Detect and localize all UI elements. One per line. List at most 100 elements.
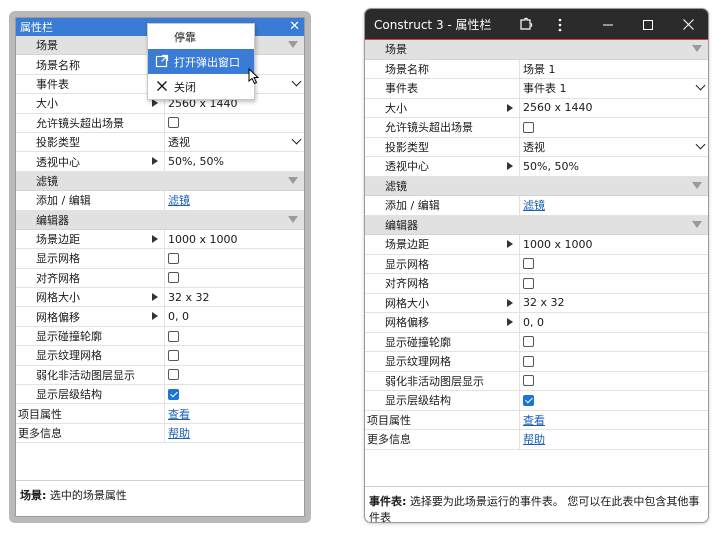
window-title: Construct 3 - 属性栏 [374, 17, 492, 32]
collapse-arrow-icon[interactable] [288, 176, 298, 184]
property-value-text: 0, 0 [523, 315, 544, 329]
dock-icon[interactable] [512, 9, 538, 40]
collapse-arrow-icon[interactable] [288, 215, 298, 223]
property-label: 透视中心 [385, 160, 429, 174]
property-value[interactable]: 透视 [519, 138, 708, 157]
property-label: 显示层级结构 [385, 394, 451, 408]
expand-triangle-icon[interactable] [152, 157, 158, 166]
property-grid: 场景 场景名称 场景 1 事件表 事件表 1 大小 2560 x 1440 允许镜头超出场景投… [365, 40, 708, 450]
menu-item-dock[interactable]: 停靠 [148, 24, 254, 49]
property-value[interactable] [519, 391, 708, 410]
checkbox[interactable] [523, 336, 534, 348]
chevron-down-icon[interactable] [291, 76, 302, 87]
property-value[interactable] [519, 118, 708, 137]
checkbox[interactable] [523, 375, 534, 387]
property-value[interactable]: 帮助 [164, 424, 304, 442]
property-value: 2560 x 1440 [507, 99, 708, 118]
checkbox[interactable] [168, 272, 179, 284]
property-label: 允许镜头超出场景 [385, 121, 473, 135]
minimize-icon[interactable] [588, 9, 628, 40]
expand-triangle-icon[interactable] [507, 318, 513, 326]
expand-triangle-icon[interactable] [507, 298, 513, 307]
property-value[interactable]: 事件表 1 [519, 79, 708, 98]
expand-triangle-icon[interactable] [507, 162, 513, 170]
property-value[interactable] [519, 255, 708, 274]
checkbox[interactable] [523, 277, 534, 289]
checkbox[interactable] [168, 117, 179, 129]
status-text: 选中的场景属性 [46, 489, 127, 502]
close-icon[interactable] [668, 9, 708, 40]
section-header[interactable]: 编辑器 [365, 215, 708, 235]
checkbox[interactable] [168, 330, 179, 342]
property-row: 显示网格 [365, 254, 708, 274]
checkbox[interactable] [168, 252, 179, 264]
property-link[interactable]: 滤镜 [523, 197, 545, 213]
chevron-down-icon[interactable] [695, 139, 706, 149]
property-value[interactable] [519, 352, 708, 371]
section-header[interactable]: 编辑器 [16, 210, 304, 230]
section-header[interactable]: 滤镜 [365, 176, 708, 196]
property-value[interactable] [164, 346, 304, 364]
checkbox[interactable] [523, 394, 534, 406]
more-options-icon[interactable] [547, 9, 573, 40]
property-value[interactable] [164, 366, 304, 384]
property-label: 对齐网格 [385, 277, 429, 291]
checkbox[interactable] [523, 121, 534, 133]
property-value[interactable] [164, 385, 304, 403]
property-link[interactable]: 查看 [523, 412, 545, 428]
property-row: 投影类型 透视 [365, 137, 708, 157]
menu-item-open-popup[interactable]: 打开弹出窗口 [148, 49, 254, 74]
collapse-arrow-icon[interactable] [692, 45, 702, 52]
checkbox[interactable] [523, 355, 534, 367]
property-value[interactable]: 透视 [164, 133, 304, 151]
property-value[interactable] [519, 274, 708, 293]
chevron-down-icon[interactable] [291, 134, 302, 145]
property-value[interactable]: 滤镜 [164, 191, 304, 209]
property-value[interactable] [519, 372, 708, 391]
close-icon [157, 81, 167, 91]
menu-item-close[interactable]: 关闭 [148, 74, 254, 99]
checkbox[interactable] [168, 388, 179, 400]
property-value[interactable] [164, 249, 304, 267]
property-label: 网格偏移 [385, 316, 429, 330]
property-value[interactable]: 帮助 [519, 430, 708, 449]
window-title-bar[interactable]: Construct 3 - 属性栏 [365, 9, 708, 40]
maximize-icon[interactable] [628, 9, 668, 40]
property-row: 透视中心 50%, 50% [16, 152, 304, 172]
checkbox[interactable] [168, 369, 179, 381]
property-link[interactable]: 查看 [168, 406, 190, 422]
expand-triangle-icon[interactable] [152, 312, 158, 321]
property-link[interactable]: 帮助 [523, 431, 545, 447]
property-value[interactable]: 查看 [164, 404, 304, 422]
section-header[interactable]: 场景 [365, 40, 708, 60]
property-value[interactable] [164, 269, 304, 287]
property-value[interactable] [164, 114, 304, 132]
collapse-arrow-icon[interactable] [288, 41, 298, 48]
chevron-down-icon[interactable] [695, 80, 706, 91]
expand-triangle-icon[interactable] [152, 99, 158, 108]
property-label: 网格大小 [36, 291, 80, 305]
expand-triangle-icon[interactable] [152, 293, 158, 302]
property-label: 显示碰撞轮廓 [385, 335, 451, 349]
property-link[interactable]: 滤镜 [168, 192, 190, 208]
property-row: 场景边距 1000 x 1000 [365, 235, 708, 255]
property-link[interactable]: 帮助 [168, 425, 190, 441]
close-icon[interactable]: ✕ [289, 19, 300, 34]
property-row: 网格偏移 0, 0 [365, 313, 708, 333]
collapse-arrow-icon[interactable] [692, 220, 702, 228]
property-value[interactable]: 查看 [519, 411, 708, 430]
checkbox[interactable] [168, 349, 179, 361]
property-value[interactable] [519, 333, 708, 352]
status-bar: 场景: 选中的场景属性 [16, 480, 304, 516]
property-label: 场景边距 [36, 233, 80, 247]
expand-triangle-icon[interactable] [152, 234, 158, 243]
expand-triangle-icon[interactable] [507, 103, 513, 112]
section-header[interactable]: 滤镜 [16, 171, 304, 192]
collapse-arrow-icon[interactable] [692, 181, 702, 189]
property-row: 场景边距 1000 x 1000 [16, 229, 304, 250]
property-value[interactable] [164, 327, 304, 345]
checkbox[interactable] [523, 258, 534, 270]
property-label: 显示纹理网格 [385, 355, 451, 369]
expand-triangle-icon[interactable] [507, 240, 513, 248]
property-value[interactable]: 滤镜 [519, 196, 708, 215]
